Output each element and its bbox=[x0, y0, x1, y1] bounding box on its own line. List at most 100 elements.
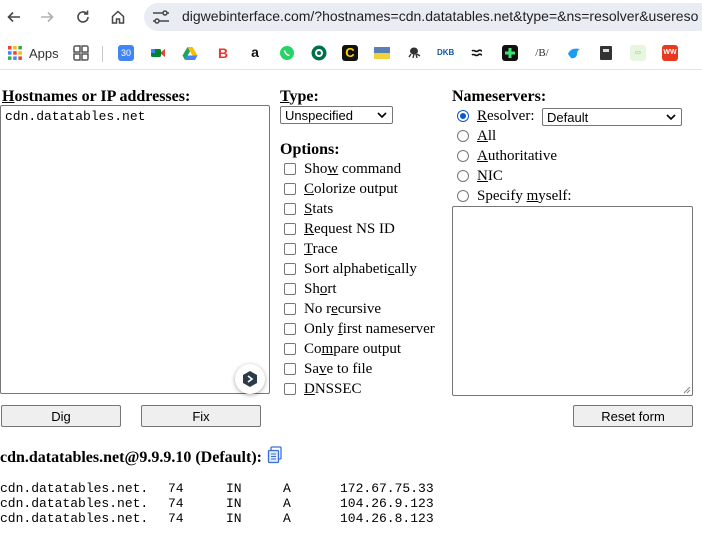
record-row: cdn.datatables.net. 74 IN A 104.26.9.123 bbox=[0, 496, 440, 511]
back-button[interactable] bbox=[2, 5, 26, 29]
apps-label[interactable]: Apps bbox=[29, 46, 59, 61]
ns-radio[interactable] bbox=[457, 130, 469, 142]
option-colorize-output[interactable]: Colorize output bbox=[284, 180, 398, 198]
fix-button[interactable]: Fix bbox=[141, 405, 261, 427]
option-sort-alphabetically[interactable]: Sort alphabetically bbox=[284, 260, 417, 278]
option-show-command[interactable]: Show command bbox=[284, 160, 401, 178]
option-compare-output[interactable]: Compare output bbox=[284, 340, 401, 358]
nameservers-input[interactable] bbox=[452, 206, 693, 396]
ns-radio[interactable] bbox=[457, 190, 469, 202]
record-ttl: 74 bbox=[168, 496, 184, 511]
back-arrow-icon bbox=[7, 11, 20, 23]
option-trace[interactable]: Trace bbox=[284, 240, 338, 258]
option-short[interactable]: Short bbox=[284, 280, 337, 298]
reload-button[interactable] bbox=[71, 5, 95, 29]
browser-chrome: digwebinterface.com/?hostnames=cdn.datat… bbox=[0, 0, 702, 70]
option-checkbox[interactable] bbox=[284, 343, 296, 355]
home-button[interactable] bbox=[106, 5, 130, 29]
option-checkbox[interactable] bbox=[284, 203, 296, 215]
record-class: IN bbox=[226, 496, 242, 511]
ns-option-nic[interactable]: NIC bbox=[457, 167, 503, 185]
options-label: Options: bbox=[280, 141, 340, 158]
reload-icon bbox=[77, 10, 89, 23]
tide-icon[interactable] bbox=[469, 45, 485, 61]
option-stats[interactable]: Stats bbox=[284, 200, 333, 218]
ns-option-authoritative[interactable]: Authoritative bbox=[457, 147, 557, 165]
option-checkbox[interactable] bbox=[284, 283, 296, 295]
ns-option-label: NIC bbox=[477, 167, 503, 184]
option-no-recursive[interactable]: No recursive bbox=[284, 300, 381, 318]
type-select[interactable]: Unspecified bbox=[280, 106, 393, 124]
ww-icon[interactable]: WW bbox=[662, 45, 678, 61]
dig-button[interactable]: Dig bbox=[1, 405, 121, 427]
resolver-select[interactable]: Default bbox=[542, 108, 682, 126]
record-type: A bbox=[283, 481, 291, 496]
option-checkbox[interactable] bbox=[284, 163, 296, 175]
meet-icon[interactable] bbox=[150, 45, 166, 61]
record-ttl: 74 bbox=[168, 511, 184, 526]
amazon-icon[interactable]: a bbox=[247, 45, 263, 61]
address-bar[interactable]: digwebinterface.com/?hostnames=cdn.datat… bbox=[144, 3, 702, 31]
option-dnssec[interactable]: DNSSEC bbox=[284, 380, 362, 398]
b-icon[interactable]: /B/ bbox=[534, 45, 550, 61]
reset-form-button[interactable]: Reset form bbox=[573, 405, 693, 427]
site-settings-icon bbox=[153, 10, 169, 24]
option-checkbox[interactable] bbox=[284, 323, 296, 335]
book-icon[interactable] bbox=[598, 45, 614, 61]
bird-icon[interactable] bbox=[566, 45, 582, 61]
record-value: 104.26.8.123 bbox=[340, 511, 434, 526]
option-checkbox[interactable] bbox=[284, 263, 296, 275]
ns-option-label: All bbox=[477, 127, 497, 144]
c-icon[interactable]: C bbox=[342, 45, 358, 61]
option-checkbox[interactable] bbox=[284, 183, 296, 195]
resize-handle-icon[interactable] bbox=[683, 386, 691, 394]
hostnames-label: Hostnames or IP addresses: bbox=[2, 88, 191, 105]
record-class: IN bbox=[226, 511, 242, 526]
type-label: Type: bbox=[280, 88, 319, 105]
whatsapp-icon[interactable] bbox=[279, 45, 295, 61]
ns-option-label: Authoritative bbox=[477, 147, 557, 164]
starbucks-icon[interactable] bbox=[311, 45, 327, 61]
octopus-icon[interactable] bbox=[406, 45, 422, 61]
hostnames-input[interactable]: cdn.datatables.net bbox=[0, 105, 270, 394]
chevron-down-icon bbox=[666, 114, 676, 121]
ns-option-label: Specify myself: bbox=[477, 187, 572, 204]
extension-badge[interactable] bbox=[235, 364, 265, 394]
option-checkbox[interactable] bbox=[284, 243, 296, 255]
option-checkbox[interactable] bbox=[284, 383, 296, 395]
plus-icon[interactable] bbox=[502, 45, 518, 61]
forward-button[interactable] bbox=[35, 5, 59, 29]
record-value: 172.67.75.33 bbox=[340, 481, 434, 496]
record-name: cdn.datatables.net. bbox=[0, 481, 149, 496]
option-only-first-nameserver[interactable]: Only first nameserver bbox=[284, 320, 435, 338]
option-checkbox[interactable] bbox=[284, 363, 296, 375]
option-request-ns-id[interactable]: Request NS ID bbox=[284, 220, 395, 238]
drive-icon[interactable] bbox=[182, 45, 198, 61]
ns-radio[interactable] bbox=[457, 150, 469, 162]
option-label: Sort alphabetically bbox=[304, 260, 417, 277]
chevron-down-icon bbox=[377, 112, 387, 119]
ns-option-all[interactable]: All bbox=[457, 127, 496, 145]
calendar-icon[interactable]: 30 bbox=[118, 45, 134, 61]
option-label: Save to file bbox=[304, 360, 373, 377]
flag-icon[interactable] bbox=[374, 45, 390, 61]
option-checkbox[interactable] bbox=[284, 223, 296, 235]
url-text: digwebinterface.com/?hostnames=cdn.datat… bbox=[182, 8, 699, 24]
record-type: A bbox=[283, 511, 291, 526]
ns-radio[interactable] bbox=[457, 110, 469, 122]
image-icon[interactable]: ▭ bbox=[630, 45, 646, 61]
home-icon bbox=[111, 10, 125, 24]
copy-icon[interactable] bbox=[267, 446, 283, 464]
apps-grid-icon[interactable] bbox=[7, 45, 23, 61]
ns-option-resolver[interactable]: Resolver: bbox=[457, 107, 535, 125]
bold-b-icon[interactable]: B bbox=[215, 45, 231, 61]
ns-radio[interactable] bbox=[457, 170, 469, 182]
bookmarks-bar: Apps 30 B a C DKB /B/ ▭ WW bbox=[0, 38, 702, 68]
option-save-to-file[interactable]: Save to file bbox=[284, 360, 372, 378]
option-checkbox[interactable] bbox=[284, 303, 296, 315]
tab-groups-icon[interactable] bbox=[73, 45, 89, 61]
dkb-icon[interactable]: DKB bbox=[437, 45, 454, 61]
ns-option-specify-myself[interactable]: Specify myself: bbox=[457, 187, 572, 205]
result-heading: cdn.datatables.net@9.9.9.10 (Default): bbox=[0, 449, 262, 466]
hostnames-value: cdn.datatables.net bbox=[5, 109, 146, 124]
